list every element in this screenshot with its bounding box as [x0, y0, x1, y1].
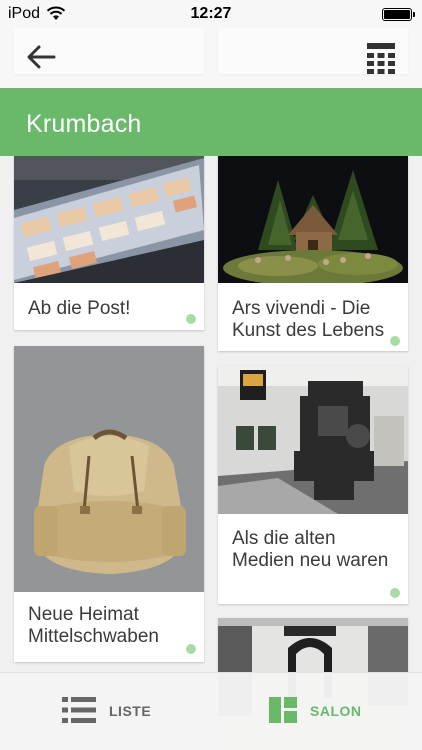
- status-dot: [186, 314, 196, 324]
- exhibit-title: Ab die Post!: [28, 298, 131, 319]
- status-dot: [186, 644, 196, 654]
- exhibit-card-ab-die-post[interactable]: Ab die Post!: [14, 140, 204, 330]
- tab-label: SALON: [310, 703, 362, 719]
- status-bar: iPod 12:27: [0, 0, 422, 28]
- grid-view-icon[interactable]: [366, 42, 396, 74]
- tab-label: LISTE: [109, 703, 152, 719]
- exhibit-image: [218, 366, 408, 514]
- exhibit-card-neue-heimat[interactable]: Neue Heimat Mittelschwaben: [14, 346, 204, 662]
- exhibit-image: [218, 140, 408, 283]
- title-bar: Krumbach: [0, 88, 422, 156]
- list-icon: [62, 697, 96, 723]
- nav-bar: [0, 28, 422, 88]
- salon-grid-icon: [269, 697, 297, 723]
- exhibit-title: Ars vivendi - Die Kunst des Lebens: [232, 298, 385, 341]
- exhibit-image: [14, 140, 204, 283]
- tab-bar: LISTE SALON: [0, 672, 422, 750]
- tab-salon[interactable]: SALON: [211, 673, 422, 750]
- battery-icon: [382, 8, 415, 21]
- status-dot: [390, 336, 400, 346]
- clock: 12:27: [190, 5, 232, 22]
- exhibit-image: [14, 346, 204, 592]
- tab-liste[interactable]: LISTE: [0, 673, 211, 750]
- exhibit-card-ars-vivendi[interactable]: Ars vivendi - Die Kunst des Lebens: [218, 140, 408, 351]
- exhibit-title: Neue Heimat Mittelschwaben: [28, 604, 159, 647]
- exhibit-title: Als die alten Medien neu waren: [232, 528, 389, 571]
- page-title: Krumbach: [26, 110, 142, 138]
- status-dot: [390, 588, 400, 598]
- back-arrow-icon[interactable]: [24, 42, 58, 72]
- exhibit-card-alte-medien[interactable]: Als die alten Medien neu waren: [218, 366, 408, 604]
